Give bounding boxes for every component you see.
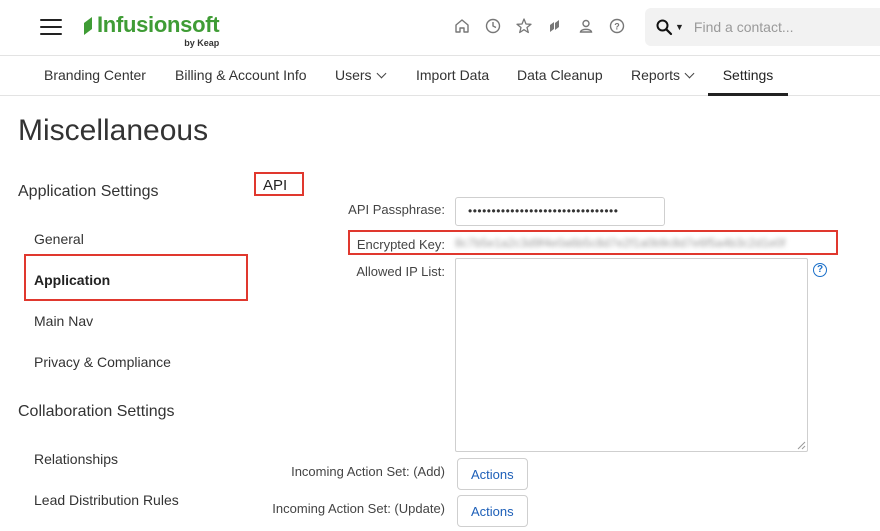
allowed-ip-list-label: Allowed IP List:: [356, 264, 445, 279]
tab-users[interactable]: Users: [335, 56, 387, 96]
contact-search: ▼: [645, 8, 880, 46]
incoming-action-set-update-label: Incoming Action Set: (Update): [272, 501, 445, 516]
tab-billing-account-info[interactable]: Billing & Account Info: [175, 56, 307, 96]
incoming-add-actions-button[interactable]: Actions: [457, 458, 528, 490]
tab-branding-center[interactable]: Branding Center: [44, 56, 146, 96]
api-passphrase-label: API Passphrase:: [348, 202, 445, 217]
home-icon[interactable]: [452, 16, 472, 36]
tab-import-data[interactable]: Import Data: [416, 56, 489, 96]
top-icon-bar: ?: [452, 16, 627, 36]
encrypted-key-label: Encrypted Key:: [356, 237, 445, 252]
sidebar-item-general[interactable]: General: [34, 231, 84, 247]
allowed-ip-list-input[interactable]: [455, 258, 808, 452]
search-dropdown-icon[interactable]: ▼: [675, 22, 684, 32]
search-input[interactable]: [693, 19, 864, 35]
tab-reports[interactable]: Reports: [631, 56, 695, 96]
logo-text: Infusionsoft: [97, 12, 220, 37]
incoming-update-actions-button[interactable]: Actions: [457, 495, 528, 527]
resize-grip-icon[interactable]: [797, 441, 806, 450]
tab-settings[interactable]: Settings: [708, 56, 788, 96]
search-icon[interactable]: [655, 18, 673, 36]
sidebar-item-application[interactable]: Application: [34, 272, 110, 288]
svg-text:?: ?: [614, 21, 620, 31]
api-passphrase-field[interactable]: ••••••••••••••••••••••••••••••••: [455, 197, 665, 226]
logo-leaf-icon: [84, 17, 92, 35]
clock-icon[interactable]: [483, 16, 503, 36]
tab-data-cleanup[interactable]: Data Cleanup: [517, 56, 603, 96]
incoming-action-set-add-label: Incoming Action Set: (Add): [291, 464, 445, 479]
application-settings-heading: Application Settings: [18, 183, 159, 200]
sidebar-item-lead-distribution-rules[interactable]: Lead Distribution Rules: [34, 492, 179, 508]
collaboration-settings-heading: Collaboration Settings: [18, 403, 175, 420]
help-circle-icon[interactable]: ?: [607, 16, 627, 36]
infusionsoft-logo[interactable]: Infusionsoft by Keap: [82, 12, 220, 48]
menu-icon[interactable]: [40, 19, 62, 35]
chevron-down-icon: [376, 68, 387, 79]
sidebar-item-privacy-compliance[interactable]: Privacy & Compliance: [34, 354, 171, 370]
chevron-down-icon: [684, 68, 695, 79]
settings-nav: Branding Center Billing & Account Info U…: [0, 56, 880, 96]
logo-subtitle: by Keap: [184, 38, 220, 48]
star-icon[interactable]: [514, 16, 534, 36]
sidebar-item-main-nav[interactable]: Main Nav: [34, 313, 93, 329]
page-title: Miscellaneous: [18, 114, 209, 147]
api-heading: API: [263, 177, 288, 194]
sidebar-item-relationships[interactable]: Relationships: [34, 451, 118, 467]
help-icon[interactable]: ?: [813, 263, 827, 277]
encrypted-key-value: 8c7b5e1a2c3d9f4e0a6b5c8d7e2f1a0b9c8d7e6f…: [455, 236, 786, 250]
keap-icon[interactable]: [545, 16, 565, 36]
user-icon[interactable]: [576, 16, 596, 36]
top-header: Infusionsoft by Keap ? ▼: [0, 0, 880, 56]
